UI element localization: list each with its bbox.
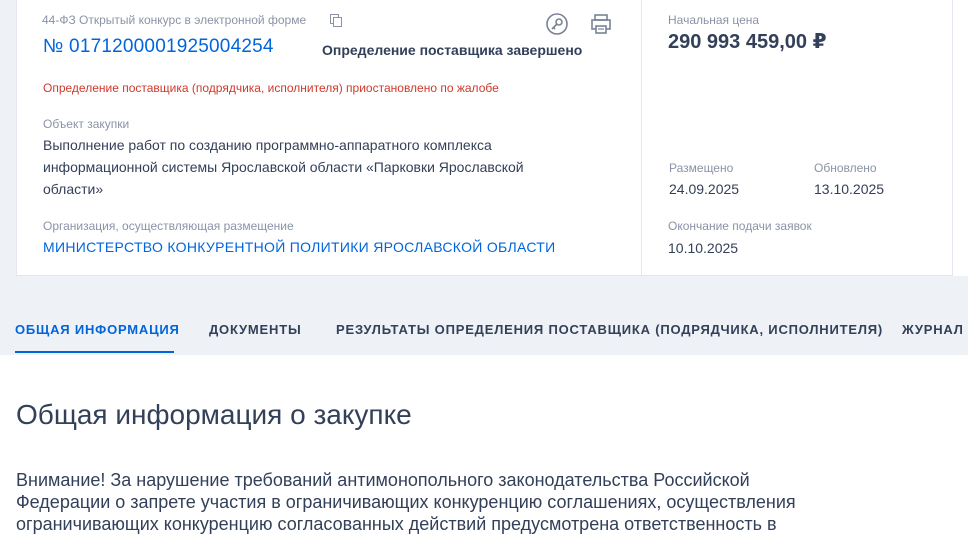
tab-results[interactable]: РЕЗУЛЬТАТЫ ОПРЕДЕЛЕНИЯ ПОСТАВЩИКА (ПОДРЯ…	[336, 322, 883, 337]
updated-date: 13.10.2025	[814, 181, 885, 197]
tab-bar: ОБЩАЯ ИНФОРМАЦИЯ ДОКУМЕНТЫ РЕЗУЛЬТАТЫ ОП…	[0, 313, 968, 355]
status-text: Определение поставщика завершено	[322, 42, 583, 58]
suspend-note: Определение поставщика (подрядчика, испо…	[43, 81, 499, 95]
object-text: Выполнение работ по созданию программно-…	[43, 137, 524, 197]
main-content: Общая информация о закупке Внимание! За …	[0, 355, 968, 544]
law-type: 44-ФЗ Открытый конкурс в электронной фор…	[42, 13, 307, 27]
active-tab-indicator	[15, 351, 174, 353]
tab-journal[interactable]: ЖУРНАЛ	[902, 322, 964, 337]
price-label: Начальная цена	[668, 13, 760, 27]
antimonopoly-warning: Внимание! За нарушение требований антимо…	[16, 470, 796, 534]
adjacent-card-edge	[952, 0, 968, 276]
tab-documents[interactable]: ДОКУМЕНТЫ	[209, 322, 301, 337]
price-value: 290 993 459,00 ₽	[668, 31, 827, 53]
org-link[interactable]: МИНИСТЕРСТВО КОНКУРЕНТНОЙ ПОЛИТИКИ ЯРОСЛ…	[43, 239, 556, 255]
print-icon[interactable]	[589, 12, 613, 36]
deadline-date: 10.10.2025	[668, 240, 739, 256]
purchase-number-link[interactable]: № 0171200001925004254	[43, 36, 274, 58]
card-divider	[641, 0, 642, 276]
object-label: Объект закупки	[43, 117, 130, 131]
placed-date: 24.09.2025	[669, 181, 740, 197]
org-label: Организация, осуществляющая размещение	[43, 219, 294, 233]
placed-label: Размещено	[669, 161, 734, 175]
tab-general-info[interactable]: ОБЩАЯ ИНФОРМАЦИЯ	[15, 322, 180, 337]
updated-label: Обновлено	[814, 161, 877, 175]
section-title: Общая информация о закупке	[16, 399, 412, 430]
deadline-label: Окончание подачи заявок	[668, 219, 812, 233]
key-icon[interactable]	[545, 12, 569, 36]
copy-icon[interactable]	[330, 14, 342, 27]
